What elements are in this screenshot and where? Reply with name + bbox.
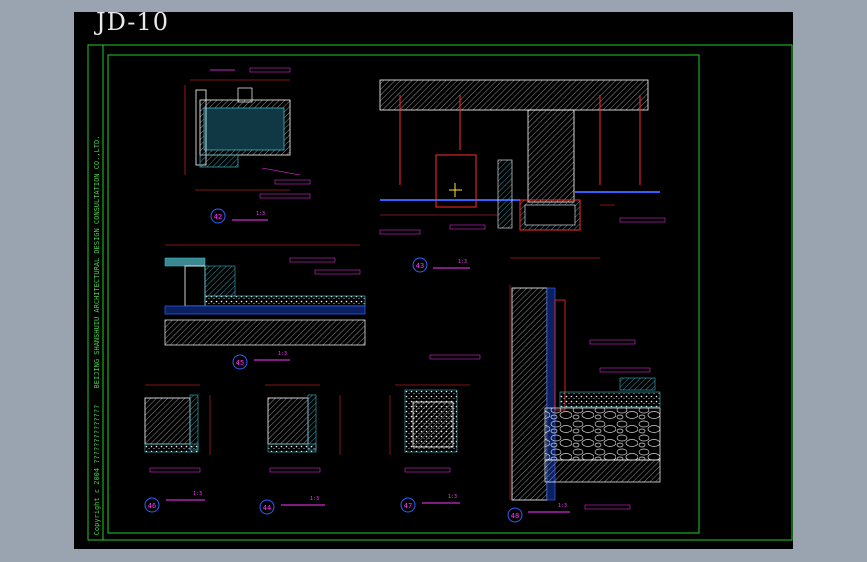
detail-43: 43 1:3 — [379, 79, 666, 273]
cad-drawing: BEIJING SHANSHUIU ARCHITECTURAL DESIGN C… — [87, 44, 793, 541]
detail-number-44: 44 — [263, 504, 271, 512]
detail-48: 48 1:3 — [507, 285, 661, 523]
detail-number-46: 46 — [148, 502, 156, 510]
copyright-text: Copyright c 2004 ?????????????? — [93, 405, 101, 536]
detail-scale-43: 1:3 — [458, 259, 467, 265]
company-title-block: BEIJING SHANSHUIU ARCHITECTURAL DESIGN C… — [93, 136, 101, 389]
detail-scale-46: 1:3 — [193, 491, 202, 497]
detail-scale-45: 1:3 — [278, 351, 287, 357]
detail-scale-47: 1:3 — [448, 494, 457, 500]
detail-number-47: 47 — [404, 502, 412, 510]
detail-scale-48: 1:3 — [558, 503, 567, 509]
detail-47: 47 1:3 — [389, 354, 481, 513]
detail-45: 45 1:3 — [164, 244, 366, 370]
detail-44: 44 1:3 — [259, 384, 341, 515]
detail-scale-42: 1:3 — [256, 211, 265, 217]
detail-46: 46 1:3 — [144, 384, 211, 513]
detail-number-42: 42 — [214, 213, 222, 221]
outer-frame — [87, 44, 793, 541]
detail-number-48: 48 — [511, 512, 519, 520]
detail-42: 42 1:3 — [184, 67, 311, 224]
detail-number-43: 43 — [416, 262, 424, 270]
detail-scale-44: 1:3 — [310, 496, 319, 502]
detail-number-45: 45 — [236, 359, 244, 367]
